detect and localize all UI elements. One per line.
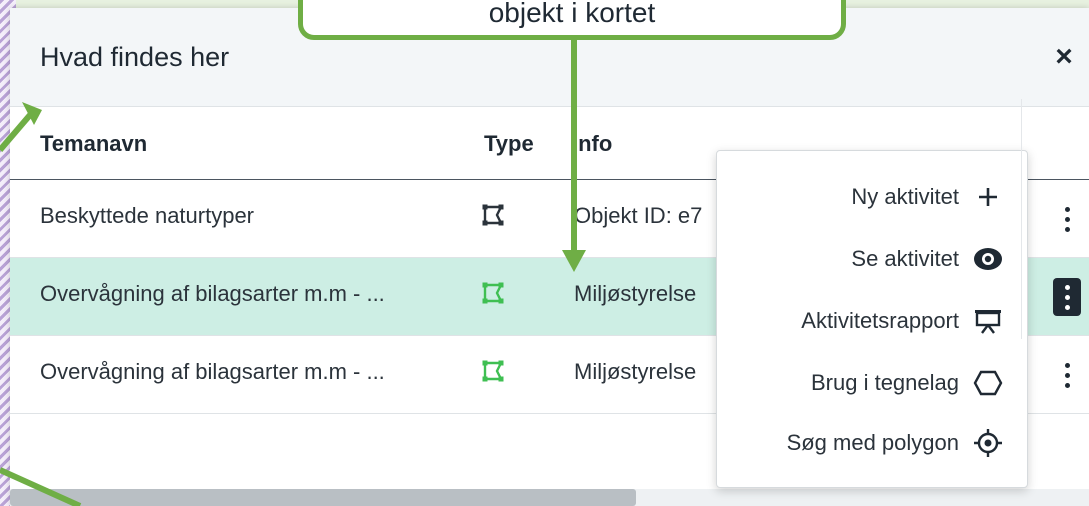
annotation-callout: objekt i kortet — [298, 0, 846, 40]
callout-text: objekt i kortet — [488, 0, 656, 28]
annotation-arrows — [0, 40, 586, 506]
